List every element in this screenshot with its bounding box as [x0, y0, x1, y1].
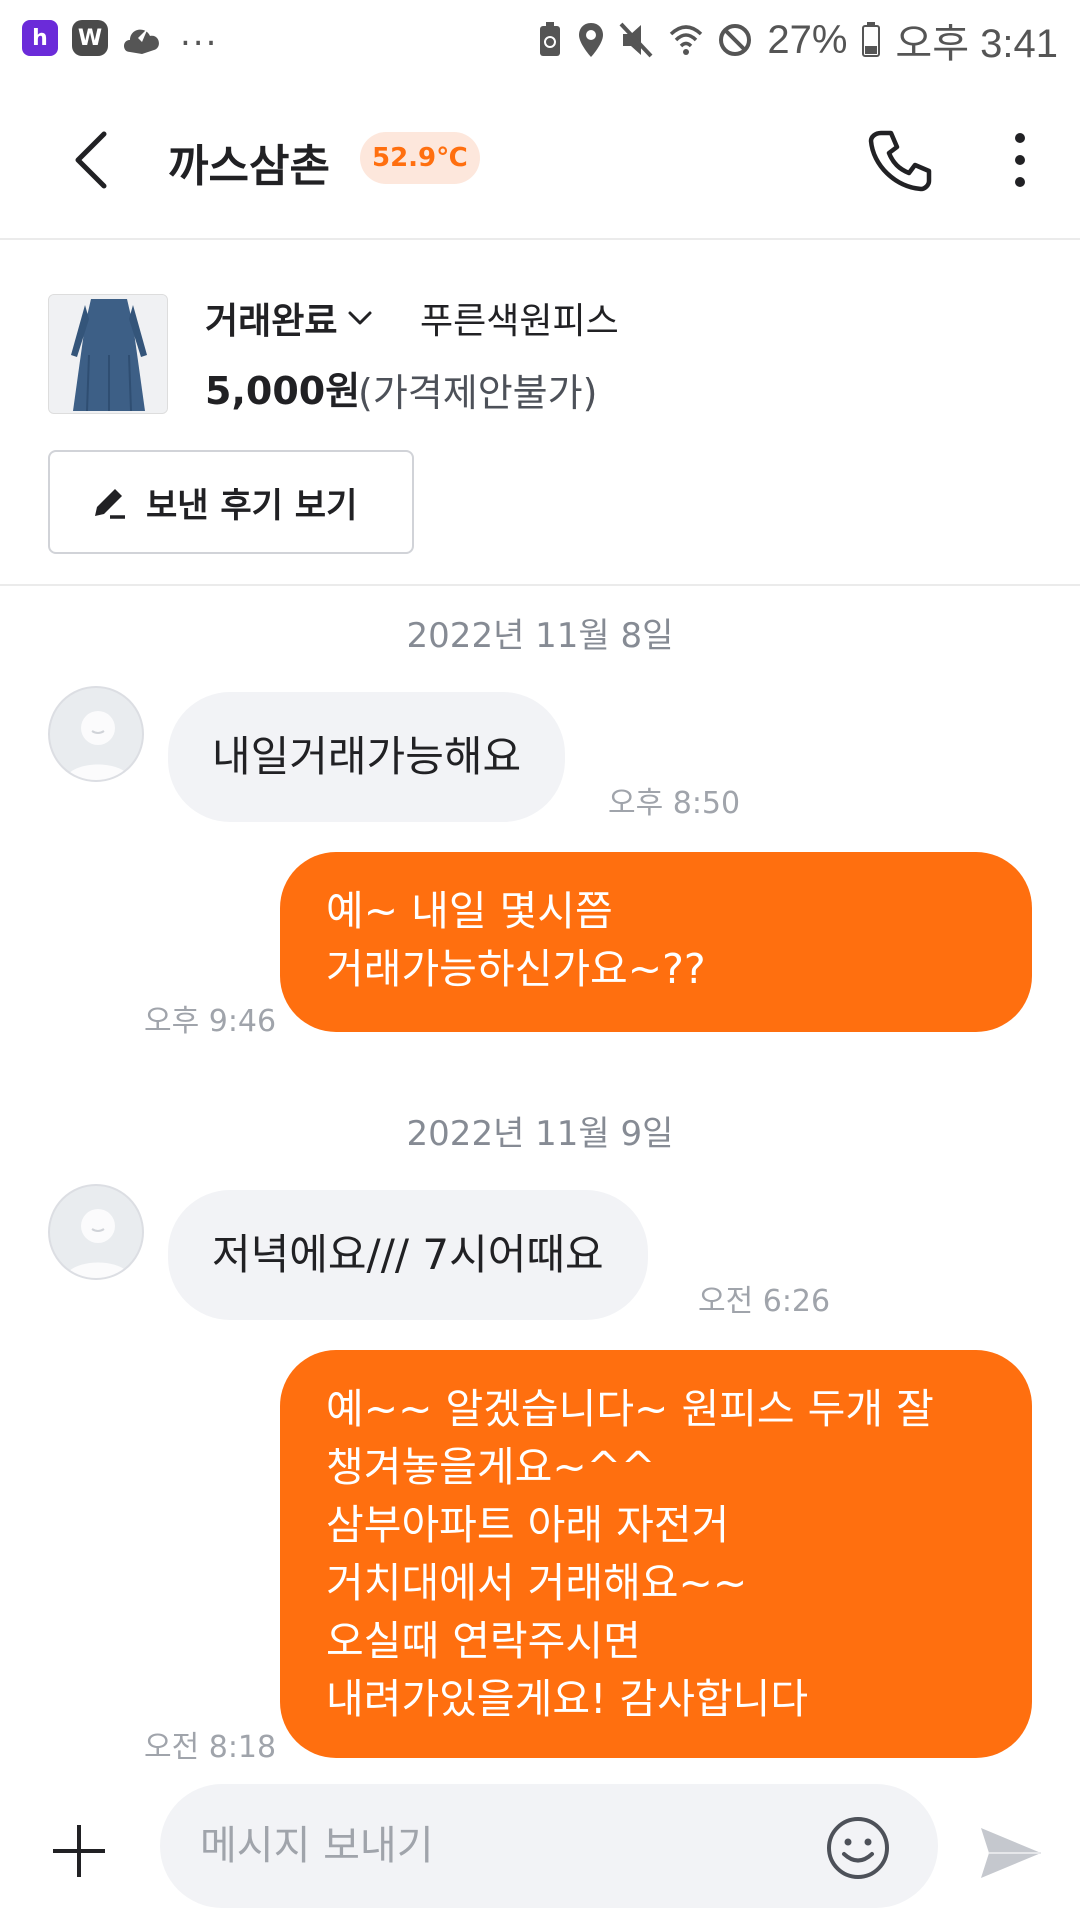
date-separator: 2022년 11월 8일 [406, 616, 674, 656]
message-time: 오전 6:26 [698, 1284, 831, 1319]
message-text: 오실때 연락주시면 [326, 1617, 641, 1665]
blocked-icon [717, 20, 753, 60]
clock: 오후 3:41 [895, 22, 1058, 66]
message-text: 챙겨놓을게요~^^ [326, 1443, 656, 1491]
send-icon [981, 1828, 1041, 1878]
chevron-left-icon [75, 131, 107, 189]
message-time: 오후 9:46 [144, 1004, 277, 1039]
app-notification-letter: W [77, 25, 103, 51]
date-separator: 2022년 11월 9일 [406, 1114, 674, 1154]
plus-icon [53, 1825, 105, 1877]
deal-status-label: 거래완료 [205, 301, 338, 342]
vertical-dots-icon [1015, 133, 1025, 187]
message-text: 예~~ 알겠습니다~ 원피스 두개 잘 [326, 1385, 934, 1433]
message-time: 오전 8:18 [144, 1730, 277, 1765]
call-button[interactable] [860, 120, 940, 200]
message-text: 거치대에서 거래해요~~ [326, 1559, 748, 1607]
attach-button[interactable] [44, 1816, 114, 1886]
send-button[interactable] [974, 1816, 1048, 1890]
battery-icon [861, 20, 881, 60]
avatar[interactable] [48, 686, 144, 782]
avatar[interactable] [48, 1184, 144, 1280]
message-text: 삼부아파트 아래 자전거 [326, 1501, 730, 1549]
back-button[interactable] [55, 125, 125, 195]
product-info: 거래완료 푸른색원피스 5,000원 (가격제안불가) 보낸 후기 보기 [0, 242, 1080, 586]
message-text: 내일거래가능해요 [212, 732, 522, 781]
price-offer-note: (가격제안불가) [358, 371, 598, 415]
app-notification-icon: h [22, 20, 58, 56]
view-sent-review-label: 보낸 후기 보기 [146, 485, 358, 526]
chat-partner-name: 까스삼촌 [168, 141, 330, 192]
product-title: 푸른색원피스 [420, 301, 619, 342]
message-text: 거래가능하신가요~?? [326, 945, 706, 993]
more-notifications-indicator: ... [180, 14, 219, 54]
chat-header: 까스삼촌 52.9℃ [0, 80, 1080, 240]
status-bar: h W ... 27% 오후 3:41 [0, 0, 1080, 80]
chevron-down-icon [348, 311, 372, 325]
pencil-icon [95, 489, 125, 519]
message-bubble-incoming[interactable]: 저녁에요/// 7시어때요 [168, 1190, 648, 1320]
app-notification-letter: h [32, 25, 48, 51]
manner-temperature-badge: 52.9℃ [360, 132, 480, 184]
location-icon [577, 20, 605, 60]
message-input-bar [0, 1776, 1080, 1920]
message-bubble-incoming[interactable]: 내일거래가능해요 [168, 692, 566, 822]
more-options-button[interactable] [1000, 120, 1040, 200]
view-sent-review-button[interactable]: 보낸 후기 보기 [48, 450, 414, 554]
battery-percent: 27% [767, 17, 848, 62]
message-bubble-outgoing[interactable]: 예~ 내일 몇시쯤 거래가능하신가요~?? [280, 852, 1032, 1032]
phone-icon [868, 130, 932, 192]
cloud-notification-icon [120, 18, 164, 62]
status-icons: 27% 오후 3:41 [537, 14, 1058, 66]
message-text: 저녁에요/// 7시어때요 [212, 1230, 604, 1279]
message-bubble-outgoing[interactable]: 예~~ 알겠습니다~ 원피스 두개 잘 챙겨놓을게요~^^ 삼부아파트 아래 자… [280, 1350, 1032, 1758]
message-text: 내려가있을게요! 감사합니다 [326, 1675, 809, 1723]
product-price: 5,000원 [205, 369, 361, 413]
recycle-battery-icon [537, 20, 563, 60]
message-time: 오후 8:50 [608, 786, 741, 821]
emoji-button[interactable] [822, 1812, 894, 1884]
wifi-icon [669, 20, 703, 60]
mute-icon [619, 20, 655, 60]
app-notification-icon: W [72, 20, 108, 56]
product-thumbnail[interactable] [48, 294, 168, 414]
smiley-icon [827, 1817, 889, 1879]
message-text: 예~ 내일 몇시쯤 [326, 887, 613, 935]
deal-status-dropdown[interactable]: 거래완료 [205, 292, 373, 344]
